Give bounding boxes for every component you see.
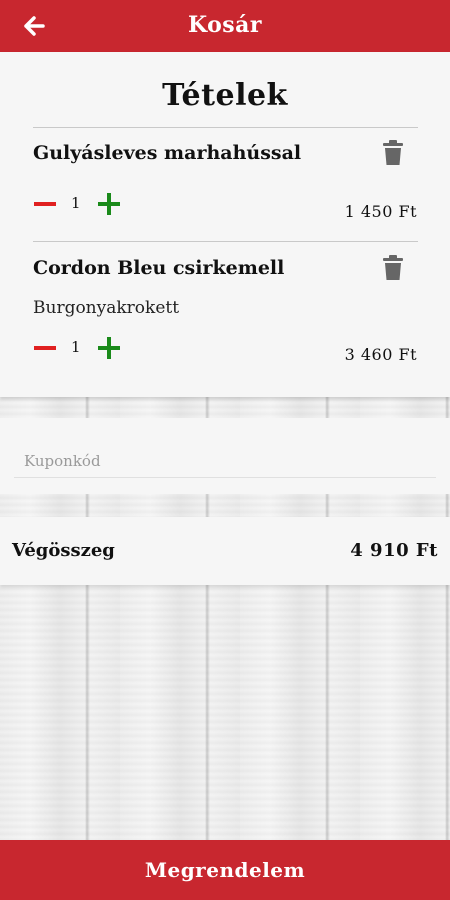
item-name: Cordon Bleu csirkemell	[33, 257, 285, 279]
items-heading: Tételek	[162, 78, 288, 113]
total-value: 4 910 Ft	[350, 540, 438, 561]
total-card: Végösszeg 4 910 Ft	[0, 517, 450, 585]
order-button[interactable]: Megrendelem	[0, 840, 450, 900]
quantity-value: 1	[71, 194, 81, 212]
item-name: Gulyásleves marhahússal	[33, 142, 302, 164]
plus-icon[interactable]	[97, 192, 121, 216]
quantity-value: 1	[71, 338, 81, 356]
plus-icon[interactable]	[97, 336, 121, 360]
coupon-input[interactable]	[14, 444, 436, 478]
coupon-card	[0, 418, 450, 494]
trash-icon[interactable]	[381, 140, 405, 166]
page-title: Kosár	[187, 12, 263, 38]
minus-icon[interactable]	[33, 336, 57, 360]
item-price: 3 460 Ft	[344, 345, 417, 364]
quantity-stepper: 1	[33, 192, 133, 216]
divider	[33, 127, 418, 128]
items-card: Tételek Gulyásleves marhahússal 1 1 450 …	[0, 52, 450, 397]
top-bar: Kosár	[0, 0, 450, 52]
minus-icon[interactable]	[33, 192, 57, 216]
item-side-dish: Burgonyakrokett	[33, 298, 180, 318]
quantity-stepper: 1	[33, 336, 133, 360]
trash-icon[interactable]	[381, 255, 405, 281]
divider	[33, 241, 418, 242]
item-price: 1 450 Ft	[344, 202, 417, 221]
total-label: Végösszeg	[12, 540, 115, 561]
